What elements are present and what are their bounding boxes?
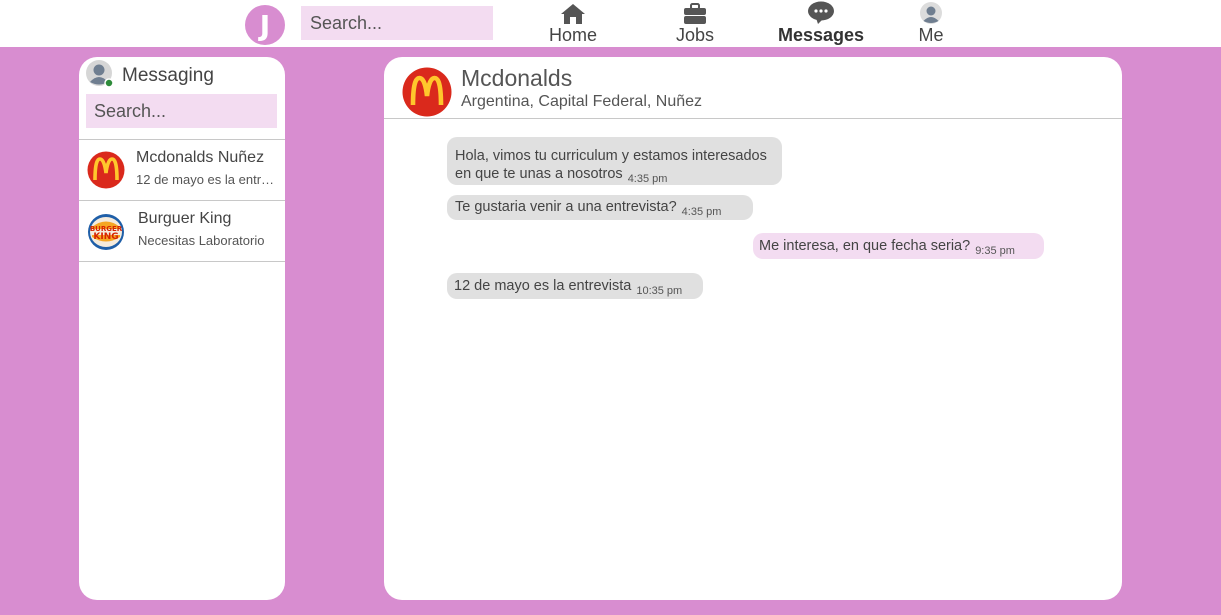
mcdonalds-logo-icon[interactable] bbox=[402, 67, 452, 117]
svg-text:KING: KING bbox=[93, 232, 118, 242]
message-time: 4:35 pm bbox=[627, 173, 668, 185]
message-text: Hola, vimos tu curriculum y estamos inte… bbox=[455, 148, 767, 182]
nav-messages[interactable]: Messages bbox=[773, 0, 869, 47]
chat-header: Mcdonalds Argentina, Capital Federal, Nu… bbox=[384, 57, 1122, 119]
message-time: 10:35 pm bbox=[636, 285, 683, 297]
nav-me-label: Me bbox=[918, 25, 944, 45]
message-bubble-incoming: Te gustaria venir a una entrevista? 4:35 … bbox=[447, 195, 753, 220]
nav-messages-label: Messages bbox=[777, 25, 865, 45]
messaging-sidebar: Messaging Mcdonalds Nuñez 12 de mayo es … bbox=[79, 57, 285, 600]
chat-bubble-icon bbox=[807, 0, 835, 25]
nav-jobs[interactable]: Jobs bbox=[671, 0, 719, 47]
message-time: 4:35 pm bbox=[681, 206, 722, 218]
messaging-header: Messaging bbox=[85, 59, 279, 93]
messaging-title: Messaging bbox=[122, 65, 214, 86]
conversation-name: Burguer King bbox=[138, 210, 232, 227]
global-search-input[interactable] bbox=[301, 6, 493, 40]
chat-panel: Mcdonalds Argentina, Capital Federal, Nu… bbox=[384, 57, 1122, 600]
message-text: Me interesa, en que fecha seria? bbox=[759, 238, 971, 254]
chat-contact-name: Mcdonalds bbox=[461, 65, 573, 91]
nav-jobs-label: Jobs bbox=[675, 25, 715, 45]
top-navigation-bar: J Home Jobs Me bbox=[0, 0, 1221, 47]
app-logo[interactable]: J bbox=[245, 5, 285, 45]
conversation-item-mcdonalds[interactable]: Mcdonalds Nuñez 12 de mayo es la entrevi… bbox=[79, 140, 285, 201]
conversation-item-burger-king[interactable]: BURGER KING Burguer King Necesitas Labor… bbox=[79, 201, 285, 262]
chat-contact-location: Argentina, Capital Federal, Nuñez bbox=[461, 93, 703, 110]
message-time: 9:35 pm bbox=[975, 245, 1015, 257]
nav-home-label: Home bbox=[548, 25, 597, 45]
messaging-search-input[interactable] bbox=[86, 94, 277, 128]
message-bubble-outgoing: Me interesa, en que fecha seria? 9:35 pm bbox=[753, 233, 1044, 259]
message-text: 12 de mayo es la entrevista bbox=[454, 278, 632, 294]
user-avatar-icon bbox=[919, 0, 943, 25]
message-text: Te gustaria venir a una entrevista? bbox=[455, 199, 677, 215]
conversation-name: Mcdonalds Nuñez bbox=[136, 149, 265, 166]
mcdonalds-logo-icon bbox=[87, 151, 127, 191]
conversation-preview: 12 de mayo es la entrevista bbox=[136, 172, 278, 187]
conversation-preview: Necesitas Laboratorio bbox=[138, 233, 265, 248]
briefcase-icon bbox=[683, 0, 707, 25]
nav-home[interactable]: Home bbox=[546, 0, 600, 47]
nav-me[interactable]: Me bbox=[913, 0, 949, 47]
user-status-avatar-icon[interactable] bbox=[85, 59, 114, 93]
home-icon bbox=[560, 0, 586, 25]
message-bubble-incoming: 12 de mayo es la entrevista 10:35 pm bbox=[447, 273, 703, 299]
message-bubble-incoming: Hola, vimos tu curriculum y estamos inte… bbox=[447, 137, 782, 185]
burger-king-logo-icon: BURGER KING bbox=[87, 212, 127, 252]
conversation-list: Mcdonalds Nuñez 12 de mayo es la entrevi… bbox=[79, 139, 285, 262]
